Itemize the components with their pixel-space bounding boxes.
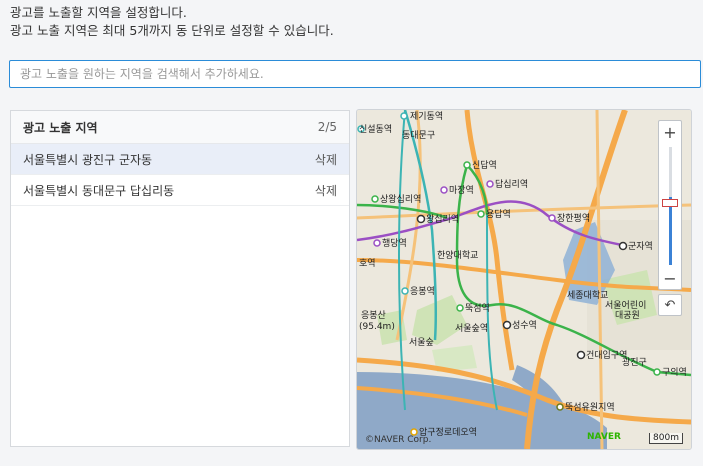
- delete-button[interactable]: 삭제: [315, 182, 337, 199]
- place-label: 응봉산: [361, 310, 386, 321]
- station-label: 군자역: [628, 241, 653, 252]
- station-label: 제기동역: [410, 111, 443, 122]
- region-list-title: 광고 노출 지역: [23, 120, 98, 135]
- station-label: 장한평역: [557, 213, 590, 224]
- station-label: 성수역: [512, 320, 537, 331]
- zoom-control: + −: [658, 120, 682, 290]
- station-label: 뚝섬유원지역: [565, 402, 615, 413]
- station-label: 용답역: [486, 208, 511, 220]
- region-map[interactable]: 동대문구 광진구 세종대학교 한양대학교 서울어린이 대공원 서울숲 서울숲역 …: [356, 109, 692, 450]
- station-label: 구의역: [662, 367, 687, 378]
- station-marker[interactable]: 뚝섬유원지역: [556, 402, 615, 413]
- station-label: 마장역: [449, 185, 474, 196]
- region-search-input[interactable]: [9, 60, 701, 88]
- station-label: 왕십리역: [426, 214, 459, 225]
- station-marker[interactable]: 신설동역: [357, 124, 392, 135]
- naver-logo: NAVER: [587, 432, 621, 442]
- place-label: 대공원: [615, 310, 640, 321]
- region-item[interactable]: 서울특별시 동대문구 답십리동 삭제: [11, 175, 349, 206]
- station-label: 건대입구역: [586, 349, 627, 361]
- station-label: 호역: [359, 258, 376, 269]
- station-label: 답십리역: [495, 178, 528, 190]
- place-label: 한양대학교: [437, 250, 478, 261]
- place-label: 서울숲역: [455, 323, 488, 334]
- place-label: 서울어린이: [605, 300, 646, 311]
- intro-text: 광고를 노출할 지역을 설정합니다. 광고 노출 지역은 최대 5개까지 동 단…: [10, 4, 334, 40]
- map-copyright: ©NAVER Corp.: [365, 435, 432, 445]
- zoom-level-fill: [669, 197, 672, 265]
- reset-view-button[interactable]: ↶: [658, 294, 682, 316]
- place-label: (95.4m): [359, 322, 395, 332]
- station-label: 행당역: [382, 237, 407, 249]
- delete-button[interactable]: 삭제: [315, 151, 337, 168]
- intro-line-2: 광고 노출 지역은 최대 5개까지 동 단위로 설정할 수 있습니다.: [10, 23, 334, 38]
- map-canvas[interactable]: 동대문구 광진구 세종대학교 한양대학교 서울어린이 대공원 서울숲 서울숲역 …: [357, 110, 691, 449]
- area-label: 동대문구: [402, 130, 435, 141]
- intro-line-1: 광고를 노출할 지역을 설정합니다.: [10, 5, 187, 20]
- map-scale: 800m: [649, 433, 683, 444]
- region-item-name: 서울특별시 동대문구 답십리동: [23, 183, 175, 198]
- station-label: 뚝섬역: [465, 303, 490, 314]
- zoom-out-button[interactable]: −: [659, 267, 681, 289]
- zoom-slider-handle[interactable]: [662, 199, 678, 207]
- region-count: 2/5: [317, 120, 337, 134]
- place-label: 세종대학교: [567, 290, 608, 301]
- region-item[interactable]: 서울특별시 광진구 군자동 삭제: [11, 144, 349, 175]
- station-label: 응봉역: [410, 286, 435, 297]
- region-list-panel: 광고 노출 지역 2/5 서울특별시 광진구 군자동 삭제 서울특별시 동대문구…: [10, 110, 350, 447]
- station-marker[interactable]: 상왕십리역: [371, 194, 421, 205]
- place-label: 서울숲: [409, 337, 434, 348]
- station-label: 신설동역: [359, 124, 392, 135]
- station-label: 상왕십리역: [380, 194, 421, 205]
- zoom-in-button[interactable]: +: [659, 121, 681, 143]
- region-list-header: 광고 노출 지역 2/5: [11, 111, 349, 144]
- station-label: 신답역: [472, 159, 497, 171]
- region-item-name: 서울특별시 광진구 군자동: [23, 152, 153, 167]
